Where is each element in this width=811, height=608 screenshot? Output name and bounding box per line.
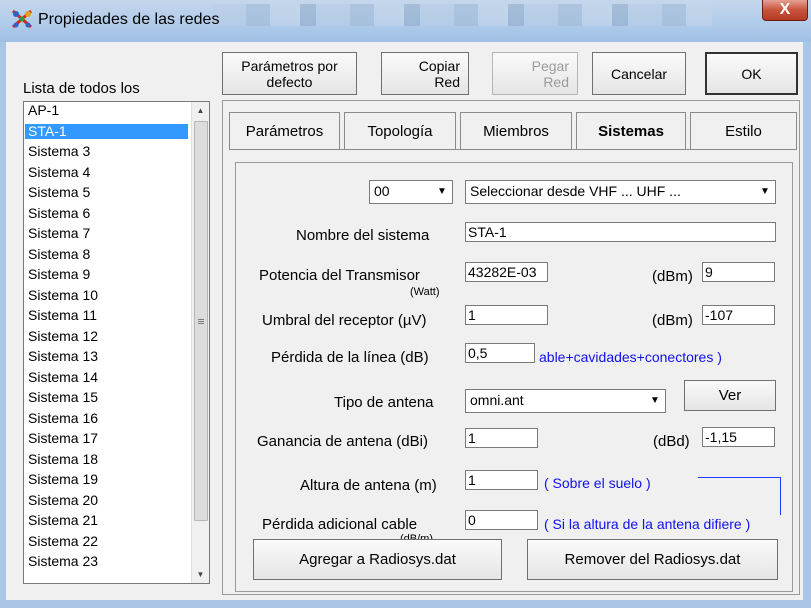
tx-power-dbm-label: (dBm)	[652, 268, 693, 285]
scroll-down-arrow-icon[interactable]: ▼	[192, 566, 209, 583]
list-item[interactable]: Sistema 13	[25, 349, 188, 364]
tx-power-dbm-input[interactable]: 9	[702, 262, 775, 282]
line-loss-input[interactable]: 0,5	[465, 343, 535, 363]
antenna-type-label: Tipo de antena	[334, 394, 434, 411]
list-item[interactable]: Sistema 6	[25, 205, 188, 221]
antenna-gain-dbi-input[interactable]: 1	[465, 428, 538, 448]
window-frame-left	[0, 42, 6, 608]
view-antenna-button[interactable]: Ver	[684, 380, 776, 411]
extra-loss-hint: ( Si la altura de la antena difiere )	[544, 516, 751, 532]
systems-listbox[interactable]: AP-1 STA-1 Sistema 3 Sistema 4 Sistema 5 Sist…	[23, 101, 210, 584]
list-item[interactable]: Sistema 20	[25, 492, 188, 508]
line-loss-hint: able+cavidades+conectores )	[539, 349, 722, 365]
list-item[interactable]: Sistema 22	[25, 533, 188, 549]
ok-button[interactable]: OK	[705, 52, 798, 95]
add-to-radiosys-button[interactable]: Agregar a Radiosys.dat	[253, 539, 502, 580]
scroll-thumb[interactable]	[194, 121, 208, 521]
tx-power-watt-input[interactable]: 43282E-03	[465, 262, 548, 282]
tab-estilo[interactable]: Estilo	[690, 112, 797, 149]
list-item[interactable]: Sistema 3	[25, 144, 188, 159]
copy-network-label-2: Red	[434, 73, 460, 90]
list-item[interactable]: Sistema 10	[25, 287, 188, 303]
title-bar-background	[212, 4, 712, 26]
paste-network-label-2: Red	[543, 73, 569, 90]
system-name-input[interactable]: STA-1	[465, 222, 776, 242]
antenna-height-label: Altura de antena (m)	[300, 477, 437, 494]
antenna-height-input[interactable]: 1	[465, 470, 538, 490]
system-number-select[interactable]: 00 ▼	[369, 180, 453, 204]
line-loss-label: Pérdida de la línea (dB)	[271, 349, 429, 366]
list-item[interactable]: Sistema 14	[25, 369, 188, 385]
cancel-button[interactable]: Cancelar	[592, 52, 686, 95]
antenna-gain-label: Ganancia de antena (dBi)	[257, 433, 428, 450]
antenna-height-hint: ( Sobre el suelo )	[544, 475, 651, 491]
chevron-down-icon[interactable]: ▼	[434, 183, 450, 200]
default-parameters-label-1: Parámetros por	[241, 57, 338, 74]
list-item[interactable]: AP-1	[25, 103, 188, 118]
scroll-grip-icon	[198, 319, 204, 325]
copy-network-button[interactable]: Copiar Red	[381, 52, 469, 95]
tab-miembros[interactable]: Miembros	[460, 112, 572, 149]
paste-network-label-1: Pegar	[531, 57, 569, 74]
rx-threshold-label: Umbral del receptor (µV)	[262, 312, 427, 329]
system-preset-select[interactable]: Seleccionar desde VHF ... UHF ... ▼	[465, 180, 776, 204]
system-number-value: 00	[374, 183, 390, 199]
list-item[interactable]: Sistema 5	[25, 185, 188, 200]
list-item[interactable]: STA-1	[25, 123, 188, 139]
rx-threshold-uv-input[interactable]: 1	[465, 305, 548, 325]
antenna-type-select[interactable]: omni.ant ▼	[465, 389, 666, 413]
close-button[interactable]: X	[762, 0, 808, 21]
list-item[interactable]: Sistema 15	[25, 390, 188, 405]
chevron-down-icon[interactable]: ▼	[647, 392, 663, 409]
list-item[interactable]: Sistema 8	[25, 246, 188, 262]
list-item[interactable]: Sistema 9	[25, 267, 188, 282]
remove-from-radiosys-button[interactable]: Remover del Radiosys.dat	[527, 539, 778, 580]
tab-sistemas[interactable]: Sistemas	[576, 112, 686, 149]
systems-list-label: Lista de todos los	[23, 80, 140, 97]
extra-loss-input[interactable]: 0	[465, 510, 538, 530]
list-item[interactable]: Sistema 16	[25, 410, 188, 426]
app-icon	[12, 9, 32, 29]
window-frame-right	[803, 42, 811, 608]
paste-network-button[interactable]: Pegar Red	[492, 52, 578, 95]
list-item[interactable]: Sistema 23	[25, 554, 188, 569]
default-parameters-button[interactable]: Parámetros por defecto	[222, 52, 357, 95]
extra-loss-label: Pérdida adicional cable	[262, 516, 418, 533]
copy-network-label-1: Copiar	[418, 57, 460, 74]
tab-topologia[interactable]: Topología	[344, 112, 456, 149]
window-title: Propiedades de las redes	[38, 11, 220, 28]
list-item[interactable]: Sistema 11	[25, 308, 188, 323]
antenna-type-value: omni.ant	[470, 392, 524, 408]
list-item[interactable]: Sistema 4	[25, 164, 188, 180]
network-properties-window: Propiedades de las redes X Lista de todo…	[0, 0, 811, 608]
system-preset-value: Seleccionar desde VHF ... UHF ...	[470, 183, 681, 199]
hint-connector-line	[698, 477, 780, 478]
system-name-label: Nombre del sistema	[296, 227, 430, 244]
chevron-down-icon[interactable]: ▼	[757, 183, 773, 200]
list-item[interactable]: Sistema 17	[25, 431, 188, 446]
list-item[interactable]: Sistema 12	[25, 328, 188, 344]
tab-parametros[interactable]: Parámetros	[229, 112, 340, 149]
rx-threshold-dbm-input[interactable]: -107	[702, 305, 775, 325]
window-frame-bottom	[0, 600, 811, 608]
rx-threshold-dbm-label: (dBm)	[652, 312, 693, 329]
list-item[interactable]: Sistema 21	[25, 513, 188, 528]
systems-list-scrollbar[interactable]: ▲ ▼	[191, 102, 209, 583]
hint-connector-line-vertical	[780, 477, 781, 515]
antenna-gain-dbd-input[interactable]: -1,15	[702, 427, 775, 447]
scroll-up-arrow-icon[interactable]: ▲	[192, 102, 209, 119]
title-bar[interactable]: Propiedades de las redes X	[0, 0, 811, 42]
tx-power-label: Potencia del Transmisor	[259, 267, 420, 284]
antenna-gain-dbd-label: (dBd)	[653, 433, 690, 450]
list-item[interactable]: Sistema 7	[25, 226, 188, 241]
tx-power-unit-label: (Watt)	[410, 286, 440, 298]
list-item[interactable]: Sistema 18	[25, 451, 188, 467]
list-item[interactable]: Sistema 19	[25, 472, 188, 487]
default-parameters-label-2: defecto	[266, 73, 313, 90]
tab-divider	[229, 149, 797, 150]
